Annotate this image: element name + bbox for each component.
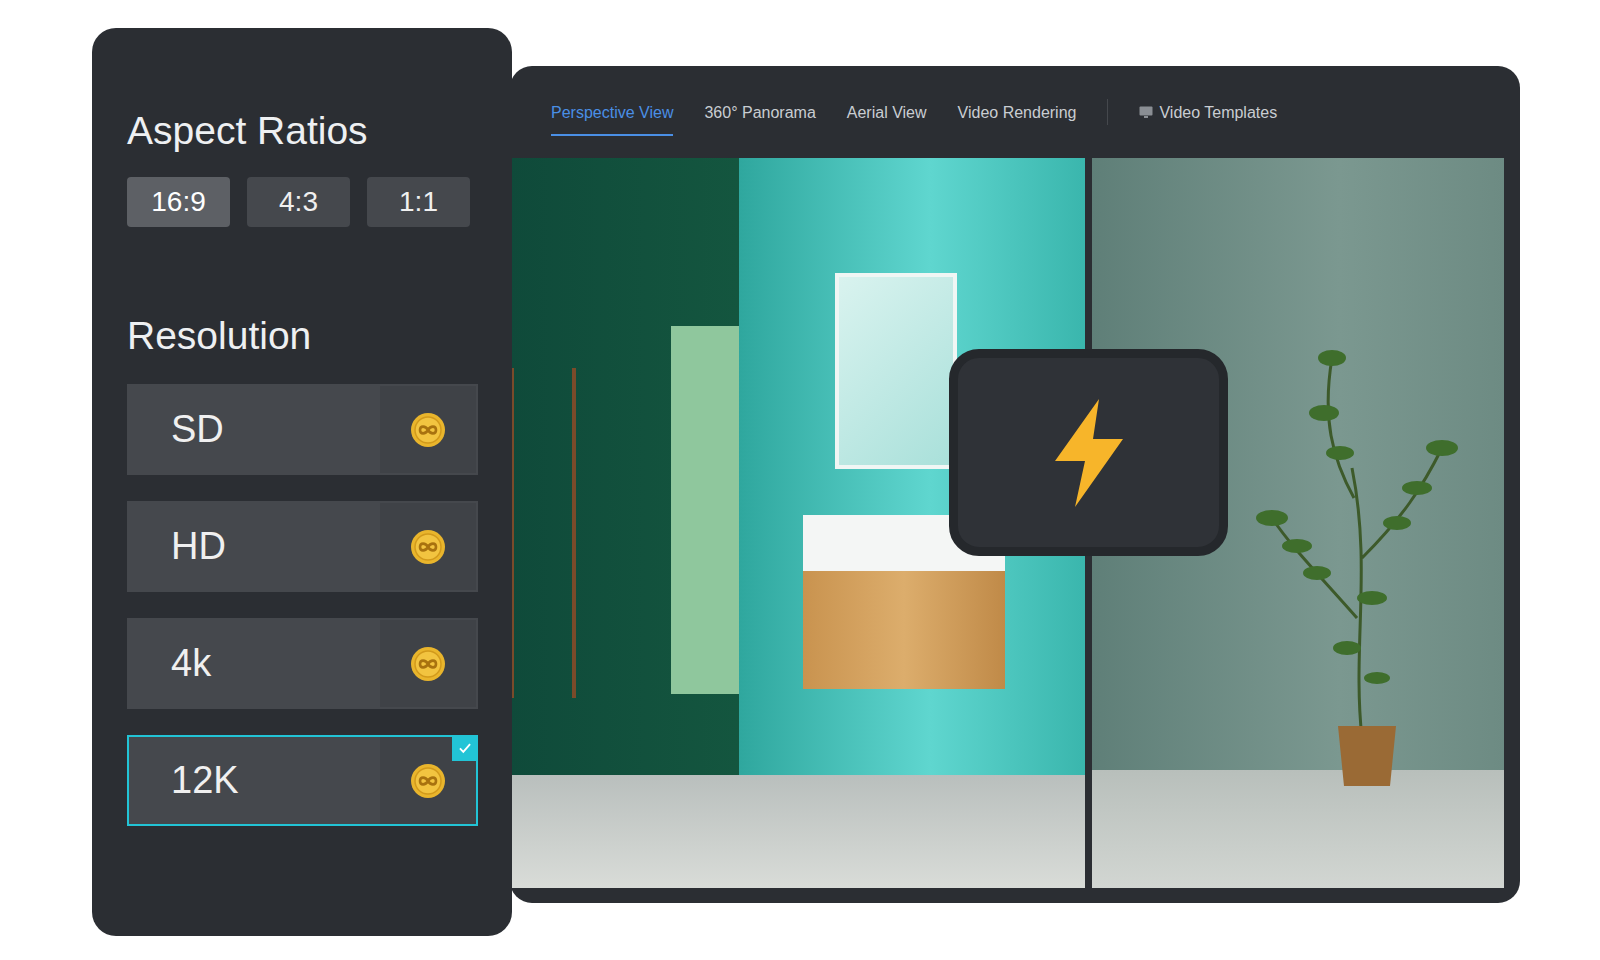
view-tabs: Perspective View 360° Panorama Aerial View…: [510, 66, 1520, 158]
resolution-label[interactable]: SD: [129, 386, 380, 473]
cost-cell: [380, 503, 476, 590]
video-templates-label[interactable]: Video Templates: [1159, 103, 1277, 122]
door-shape: [671, 326, 739, 694]
settings-panel: Aspect Ratios 16:9 4:3 1:1 Resolution SD HD 4k 1…: [92, 28, 512, 936]
render-button[interactable]: [949, 349, 1228, 556]
resolution-option[interactable]: SD: [127, 384, 478, 475]
coin-icon: [410, 646, 446, 682]
check-icon: [454, 737, 476, 759]
cost-cell: [380, 620, 476, 707]
resolution-option[interactable]: 4k: [127, 618, 478, 709]
aspect-ratio-button[interactable]: 4:3: [247, 177, 350, 227]
view-tab[interactable]: Aerial View: [847, 95, 927, 130]
view-tab[interactable]: Video Rendering: [958, 95, 1077, 130]
aspect-ratio-options: 16:9 4:3 1:1: [127, 177, 478, 227]
cost-cell: [380, 386, 476, 473]
tab-divider: [1107, 99, 1108, 125]
view-tab[interactable]: Perspective View: [551, 95, 673, 130]
coin-icon: [410, 763, 446, 799]
aspect-ratios-title: Aspect Ratios: [127, 107, 478, 154]
view-tab[interactable]: 360° Panorama: [704, 95, 815, 130]
resolution-options: SD HD 4k 12K: [127, 384, 478, 826]
mirror-shape: [835, 273, 957, 469]
video-templates-link[interactable]: Video Templates: [1139, 95, 1277, 130]
resolution-title: Resolution: [127, 312, 478, 359]
aspect-ratio-button[interactable]: 1:1: [367, 177, 470, 227]
cabinet-shape: [803, 571, 1005, 689]
resolution-label[interactable]: 12K: [129, 737, 380, 824]
resolution-option[interactable]: 12K: [127, 735, 478, 826]
aspect-ratio-button[interactable]: 16:9: [127, 177, 230, 227]
coin-icon: [410, 412, 446, 448]
resolution-label[interactable]: 4k: [129, 620, 380, 707]
ladder-shape: [510, 368, 576, 698]
resolution-option[interactable]: HD: [127, 501, 478, 592]
lightning-icon: [1049, 397, 1129, 509]
plant-icon: [1212, 318, 1472, 798]
coin-icon: [410, 529, 446, 565]
selected-check: [452, 735, 478, 761]
resolution-label[interactable]: HD: [129, 503, 380, 590]
monitor-icon: [1139, 106, 1153, 118]
